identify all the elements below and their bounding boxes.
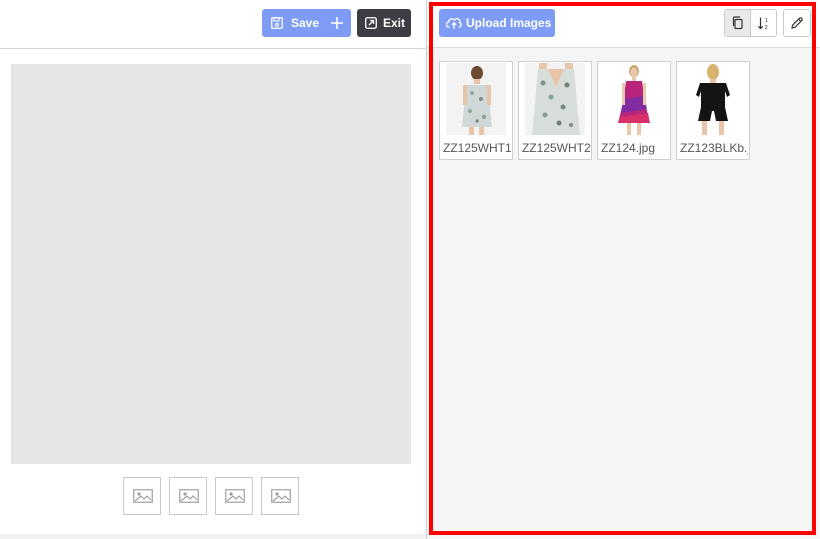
thumbnail-slot[interactable] xyxy=(123,477,161,515)
save-icon xyxy=(271,17,283,29)
view-options-group: 1 2 xyxy=(724,9,777,37)
image-placeholder-icon xyxy=(225,489,245,503)
image-filename: ZZ123BLKb.jpg xyxy=(680,141,748,155)
image-card[interactable]: ZZ123BLKb.jpg xyxy=(676,61,750,160)
image-thumbnail xyxy=(604,63,664,135)
sort-button[interactable]: 1 2 xyxy=(751,10,777,36)
image-thumbnail xyxy=(683,63,743,135)
plus-icon[interactable] xyxy=(329,14,345,32)
footer-bar xyxy=(0,534,426,539)
image-thumbnail xyxy=(446,63,506,135)
library-toolbar: Upload Images 1 2 xyxy=(427,0,820,48)
exit-button-label: Exit xyxy=(383,16,406,30)
editor-toolbar: Save Exit xyxy=(0,0,426,49)
save-button[interactable]: Save xyxy=(262,9,351,37)
sort-icon: 1 2 xyxy=(757,17,768,30)
cloud-upload-icon xyxy=(446,17,462,29)
copy-button[interactable] xyxy=(725,10,751,36)
image-placeholder-icon xyxy=(179,489,199,503)
image-placeholder-icon xyxy=(271,489,291,503)
image-card[interactable]: ZZ125WHT1.jpg xyxy=(439,61,513,160)
dress-photo xyxy=(604,63,664,135)
save-button-label: Save xyxy=(291,16,320,30)
image-card[interactable]: ZZ124.jpg xyxy=(597,61,671,160)
svg-text:1: 1 xyxy=(765,18,768,24)
copy-icon xyxy=(732,16,743,30)
dress-photo xyxy=(525,63,585,135)
thumbnail-slot[interactable] xyxy=(169,477,207,515)
image-thumbnail xyxy=(525,63,585,135)
upload-images-label: Upload Images xyxy=(466,16,552,30)
dress-photo xyxy=(683,63,743,135)
image-canvas[interactable] xyxy=(11,64,411,464)
exit-button[interactable]: Exit xyxy=(357,9,411,37)
edit-button[interactable] xyxy=(783,9,811,37)
image-placeholder-icon xyxy=(133,489,153,503)
image-filename: ZZ125WHT1.jpg xyxy=(443,141,511,155)
editor-panel: Save Exit xyxy=(0,0,426,539)
external-link-icon xyxy=(365,17,377,29)
upload-images-button[interactable]: Upload Images xyxy=(439,9,555,37)
dress-photo xyxy=(446,63,506,135)
image-library-panel: Upload Images 1 2 ZZ125WHT1 ZZ125WHT2 ZZ… xyxy=(427,0,820,539)
image-filename: ZZ124.jpg xyxy=(601,141,656,155)
pencil-icon xyxy=(791,17,803,29)
svg-text:2: 2 xyxy=(765,25,768,30)
thumbnail-slot[interactable] xyxy=(215,477,253,515)
image-filename: ZZ125WHT2.jpg xyxy=(522,141,590,155)
image-card[interactable]: ZZ125WHT2.jpg xyxy=(518,61,592,160)
thumbnail-slot[interactable] xyxy=(261,477,299,515)
